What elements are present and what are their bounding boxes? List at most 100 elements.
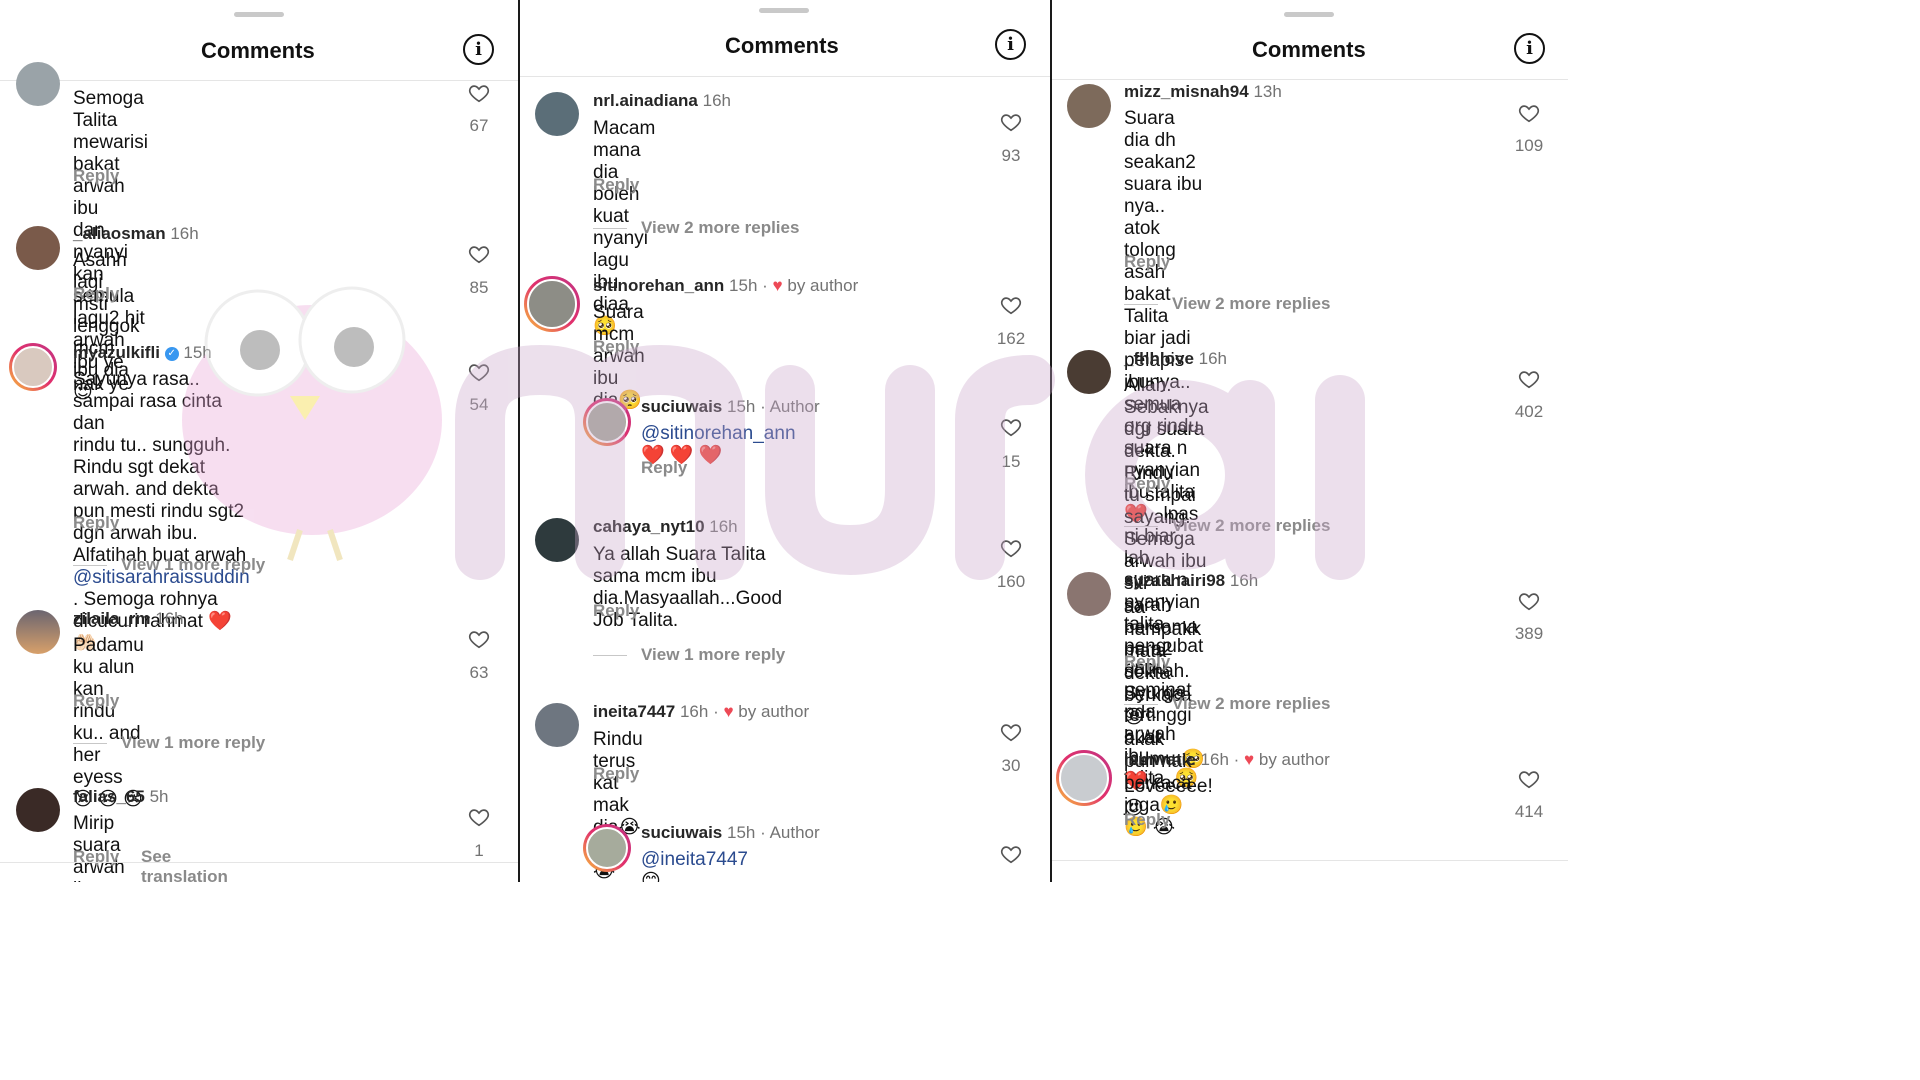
avatar[interactable]: [16, 788, 60, 832]
heart-icon[interactable]: [1000, 294, 1022, 316]
avatar-story-ring[interactable]: [583, 398, 631, 446]
comment-header: _fhhlove 16h: [1124, 349, 1227, 369]
heart-icon[interactable]: [1518, 768, 1540, 790]
avatar-story-ring[interactable]: [583, 824, 631, 872]
avatar-story-ring[interactable]: [9, 343, 57, 391]
avatar-story-ring[interactable]: [524, 276, 580, 332]
drag-handle[interactable]: [234, 12, 284, 17]
avatar[interactable]: [16, 226, 60, 270]
heart-icon[interactable]: [1000, 111, 1022, 133]
liked-by-author-label: by author: [787, 276, 859, 295]
reply-button[interactable]: Reply: [593, 601, 639, 621]
reply-button[interactable]: Reply: [1124, 252, 1170, 272]
username[interactable]: zilaila_rm: [73, 609, 151, 628]
heart-icon[interactable]: [468, 806, 490, 828]
info-icon[interactable]: i: [463, 34, 494, 65]
avatar[interactable]: [1067, 84, 1111, 128]
liked-by-author-label: by author: [1258, 750, 1330, 769]
comments-panel-2: Comments i nrl.ainadiana 16h Macam mana …: [520, 0, 1050, 882]
info-icon[interactable]: i: [995, 29, 1026, 60]
view-replies-label: View 2 more replies: [1172, 294, 1331, 313]
drag-handle[interactable]: [759, 8, 809, 13]
heart-icon[interactable]: [1518, 102, 1540, 124]
like-count: 63: [469, 663, 489, 682]
username[interactable]: iamwatie: [1124, 750, 1196, 769]
avatar[interactable]: [535, 92, 579, 136]
liked-by-author-label: by author: [738, 702, 810, 721]
like-count: 30: [1001, 756, 1021, 775]
heart-icon[interactable]: [1000, 537, 1022, 559]
username[interactable]: sitinorehan_ann: [593, 276, 724, 295]
reply-button[interactable]: Reply: [1124, 810, 1170, 830]
reply-button[interactable]: Reply: [73, 284, 119, 304]
heart-icon[interactable]: [1518, 368, 1540, 390]
avatar[interactable]: [535, 703, 579, 747]
like-count: 15: [1001, 452, 1021, 471]
view-replies-button[interactable]: View 1 more reply: [73, 733, 265, 753]
reply-button[interactable]: Reply: [593, 337, 639, 357]
info-icon[interactable]: i: [1514, 33, 1545, 64]
reply-button[interactable]: Reply: [593, 764, 639, 784]
comments-panel-3: Comments i mizz_misnah94 13h Suara dia d…: [1052, 0, 1568, 882]
timestamp: 13h: [1253, 82, 1282, 101]
avatar[interactable]: [535, 518, 579, 562]
panel-title: Comments: [725, 33, 839, 58]
timestamp: 15h: [729, 276, 758, 295]
see-translation-button[interactable]: See translation: [141, 847, 228, 882]
view-replies-button[interactable]: View 2 more replies: [1124, 516, 1330, 536]
heart-icon[interactable]: [468, 243, 490, 265]
heart-icon[interactable]: [468, 361, 490, 383]
username[interactable]: suciuwais: [641, 823, 722, 842]
reply-button[interactable]: Reply: [1124, 474, 1170, 494]
reply-button[interactable]: Reply: [73, 847, 119, 867]
username[interactable]: myazulkifli: [73, 343, 160, 362]
header-divider: [1052, 79, 1568, 80]
like-count: 402: [1514, 402, 1544, 421]
timestamp: 16h: [155, 609, 184, 628]
username[interactable]: _aliaosman: [73, 224, 166, 243]
username[interactable]: cahaya_nyt10: [593, 517, 705, 536]
timestamp: 15h: [183, 343, 212, 362]
heart-icon[interactable]: [1000, 416, 1022, 438]
reply-button[interactable]: Reply: [1124, 652, 1170, 672]
heart-icon[interactable]: [1000, 721, 1022, 743]
heart-icon[interactable]: [1518, 590, 1540, 612]
view-replies-button[interactable]: View 1 more reply: [593, 645, 785, 665]
mention-link[interactable]: @ineita7447: [641, 849, 748, 870]
username[interactable]: syzakhairi98: [1124, 571, 1225, 590]
like-count: 389: [1514, 624, 1544, 643]
avatar[interactable]: [1067, 350, 1111, 394]
username[interactable]: ineita7447: [593, 702, 675, 721]
like-count: 160: [996, 572, 1026, 591]
comments-panel-1: Comments i Semoga Talita mewarisi bakat …: [0, 0, 518, 882]
mention-link[interactable]: @sitinorehan_ann: [641, 423, 796, 444]
username[interactable]: nrl.ainadiana: [593, 91, 698, 110]
reply-button[interactable]: Reply: [641, 458, 687, 478]
avatar-story-ring[interactable]: [1056, 750, 1112, 806]
reply-button[interactable]: Reply: [73, 513, 119, 533]
view-replies-button[interactable]: View 2 more replies: [1124, 694, 1330, 714]
heart-icon[interactable]: [1000, 843, 1022, 865]
header-divider: [0, 80, 518, 81]
reply-button[interactable]: Reply: [593, 175, 639, 195]
username[interactable]: _fhhlove: [1124, 349, 1194, 368]
avatar[interactable]: [16, 62, 60, 106]
timestamp: 16h: [702, 91, 731, 110]
view-replies-button[interactable]: View 2 more replies: [1124, 294, 1330, 314]
view-replies-button[interactable]: View 1 more reply: [73, 555, 265, 575]
avatar[interactable]: [16, 610, 60, 654]
username[interactable]: mizz_misnah94: [1124, 82, 1249, 101]
like-count: 109: [1514, 136, 1544, 155]
comment-text: @ineita7447 😊: [641, 849, 748, 882]
timestamp: 16h: [709, 517, 738, 536]
drag-handle[interactable]: [1284, 12, 1334, 17]
username[interactable]: suciuwais: [641, 397, 722, 416]
heart-icon[interactable]: [468, 82, 490, 104]
view-replies-button[interactable]: View 2 more replies: [593, 218, 799, 238]
timestamp: 15h: [727, 397, 756, 416]
username[interactable]: falias_65: [73, 787, 145, 806]
reply-button[interactable]: Reply: [73, 691, 119, 711]
avatar[interactable]: [1067, 572, 1111, 616]
heart-icon[interactable]: [468, 628, 490, 650]
reply-button[interactable]: Reply: [73, 166, 119, 186]
